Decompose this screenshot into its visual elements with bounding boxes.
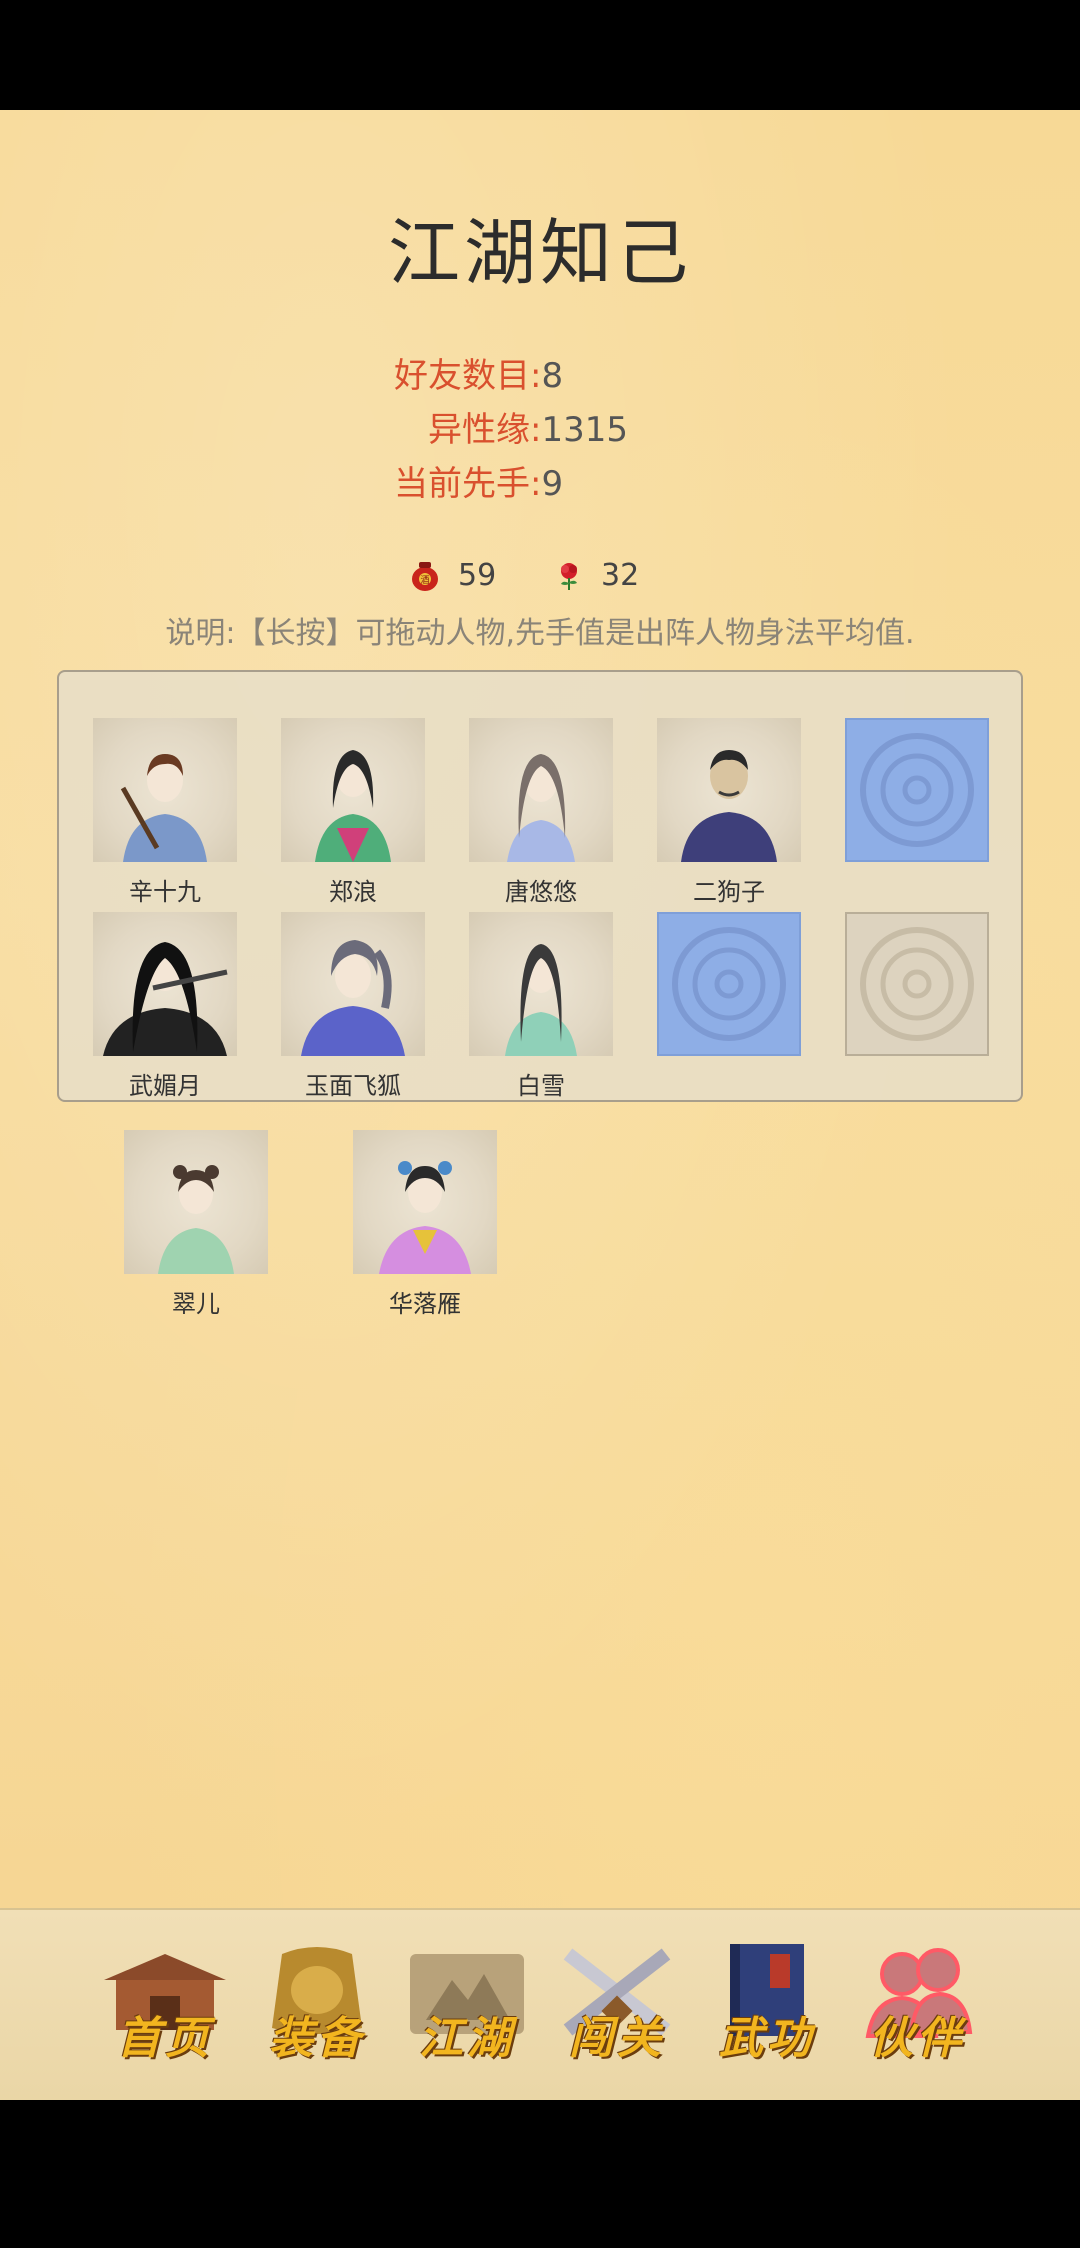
portrait-avatar[interactable]: [281, 718, 425, 862]
slot-name: 武媚月: [129, 1072, 201, 1100]
slot-1[interactable]: 辛十九: [93, 718, 237, 907]
nav-challenge[interactable]: 闯关: [552, 1940, 682, 2070]
character-portrait-icon: [103, 942, 228, 1056]
slot-10-locked[interactable]: [845, 912, 989, 1056]
bottom-nav: 首页 装备 江湖 闯关 武功 伙伴: [0, 1908, 1080, 2102]
nav-partners[interactable]: 伙伴: [852, 1940, 982, 2070]
friends-value: 8: [541, 356, 564, 396]
rose-currency: 32: [555, 558, 639, 593]
reserve-1[interactable]: 翠儿: [124, 1130, 268, 1319]
charm-label: 异性缘:: [428, 410, 542, 450]
instruction-note: 说明:【长按】可拖动人物,先手值是出阵人物身法平均值.: [165, 616, 915, 651]
character-portrait-icon: [505, 944, 577, 1056]
seal-pattern-icon: [860, 927, 974, 1041]
wine-count: 59: [458, 558, 497, 593]
character-portrait-icon: [158, 1165, 234, 1274]
initiative-label: 当前先手:: [394, 464, 542, 504]
slot-name: 二狗子: [693, 878, 765, 906]
initiative-value: 9: [541, 464, 564, 504]
portrait-avatar[interactable]: [657, 718, 801, 862]
character-portrait-icon: [120, 754, 207, 862]
portrait-avatar[interactable]: [469, 718, 613, 862]
status-bar: [0, 0, 1080, 110]
friends-count: 好友数目:8: [394, 348, 563, 397]
nav-jianghu[interactable]: 江湖: [402, 1940, 532, 2070]
portrait-avatar[interactable]: [281, 912, 425, 1056]
friends-label: 好友数目:: [394, 356, 542, 396]
character-portrait-icon: [315, 750, 391, 862]
portrait-avatar[interactable]: [93, 912, 237, 1056]
page-title: 江湖知己: [387, 211, 692, 295]
empty-slot[interactable]: [657, 912, 801, 1056]
slot-2[interactable]: 郑浪: [281, 718, 425, 907]
seal-pattern-icon: [672, 927, 786, 1041]
portrait-avatar[interactable]: [469, 912, 613, 1056]
seal-pattern-icon: [860, 733, 974, 847]
character-portrait-icon: [301, 940, 405, 1056]
slot-name: 玉面飞狐: [305, 1072, 401, 1100]
rose-count: 32: [601, 558, 640, 593]
charm-count: 异性缘:1315: [428, 402, 628, 451]
slot-4[interactable]: 二狗子: [657, 718, 801, 907]
portrait-avatar[interactable]: [124, 1130, 268, 1274]
slot-name: 辛十九: [129, 878, 201, 906]
slot-name: 唐悠悠: [505, 878, 577, 906]
slot-6[interactable]: 武媚月: [93, 912, 237, 1101]
wine-currency: 酒 59: [410, 558, 496, 593]
reserve-name: 翠儿: [172, 1290, 220, 1318]
slot-3[interactable]: 唐悠悠: [469, 718, 613, 907]
character-portrait-icon: [507, 754, 575, 862]
empty-slot[interactable]: [845, 718, 989, 862]
character-portrait-icon: [379, 1161, 471, 1274]
nav-partners-label: 伙伴: [869, 2013, 965, 2064]
character-portrait-icon: [681, 750, 777, 862]
slot-5-empty[interactable]: [845, 718, 989, 862]
nav-jianghu-label: 江湖: [419, 2013, 515, 2064]
app-screen: 江湖知己 好友数目:8 异性缘:1315 当前先手:9 酒 59 32 说明:【…: [0, 110, 1080, 2102]
wine-jar-icon: 酒: [412, 561, 438, 591]
rose-icon: [561, 562, 577, 590]
charm-value: 1315: [541, 410, 628, 450]
portrait-avatar[interactable]: [93, 718, 237, 862]
slot-7[interactable]: 玉面飞狐: [281, 912, 425, 1101]
reserve-name: 华落雁: [389, 1290, 461, 1318]
initiative-count: 当前先手:9: [394, 456, 563, 505]
nav-challenge-label: 闯关: [569, 2013, 665, 2064]
nav-martial-label: 武功: [719, 2013, 815, 2064]
team-panel: 辛十九 郑浪 唐悠悠 二狗子 武媚月 玉面飞狐 白雪: [57, 670, 1023, 1102]
svg-text:酒: 酒: [420, 575, 429, 586]
empty-slot[interactable]: [845, 912, 989, 1056]
reserve-2[interactable]: 华落雁: [353, 1130, 497, 1319]
slot-name: 白雪: [517, 1072, 565, 1100]
nav-equipment[interactable]: 装备: [252, 1940, 382, 2070]
system-nav-area: [0, 2100, 1080, 2248]
slot-name: 郑浪: [329, 878, 377, 906]
nav-martial[interactable]: 武功: [702, 1940, 832, 2070]
nav-home-label: 首页: [117, 2013, 213, 2064]
slot-9-empty[interactable]: [657, 912, 801, 1056]
slot-8[interactable]: 白雪: [469, 912, 613, 1101]
nav-home[interactable]: 首页: [100, 1940, 230, 2070]
nav-equipment-label: 装备: [269, 2013, 365, 2064]
portrait-avatar[interactable]: [353, 1130, 497, 1274]
